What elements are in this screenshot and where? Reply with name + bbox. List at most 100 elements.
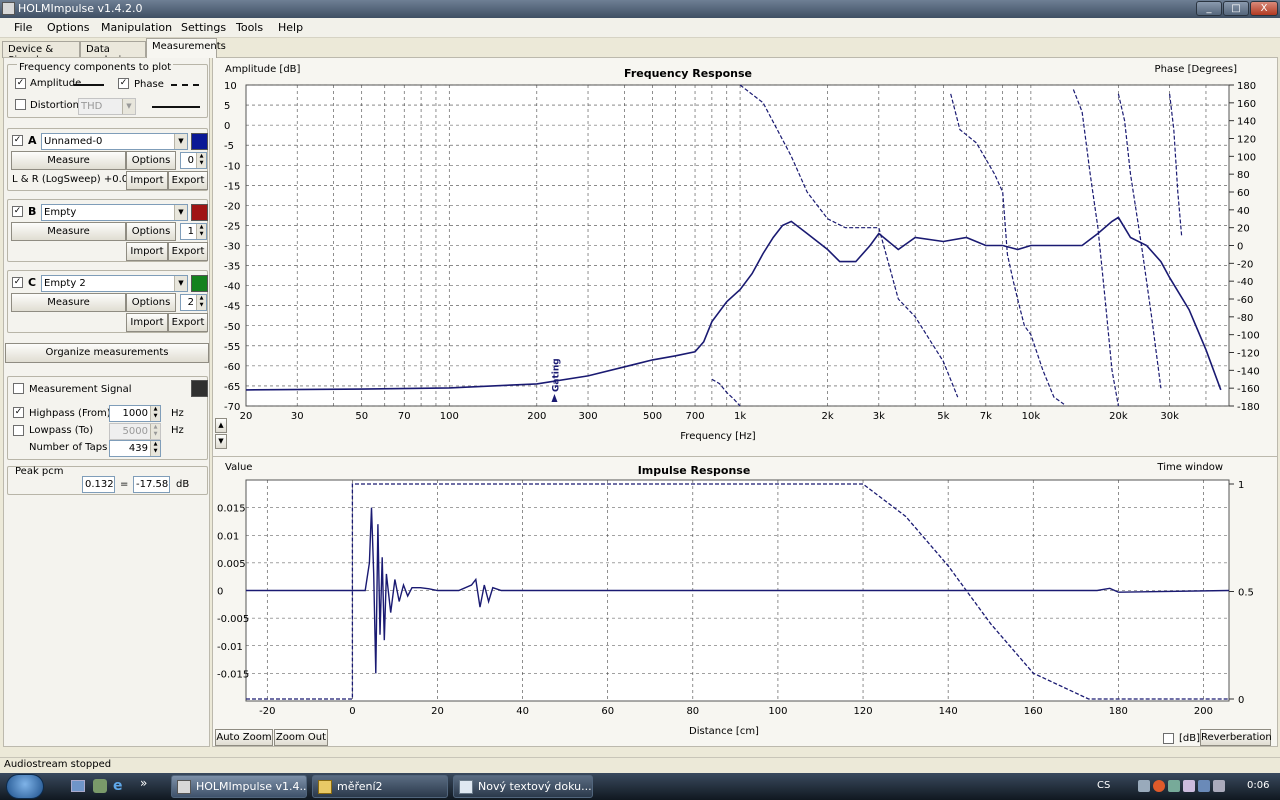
measurement-b-checkbox[interactable]: ✓ xyxy=(12,206,23,217)
export-b-button[interactable]: Export xyxy=(168,242,208,261)
menu-help[interactable]: Help xyxy=(278,21,303,34)
distortion-select[interactable]: THD ▼ xyxy=(78,98,136,115)
measurement-c-select[interactable]: Empty 2 ▼ xyxy=(41,275,188,292)
measurement-c-spin[interactable]: 2 ▲ ▼ xyxy=(180,294,207,311)
freq-xtick-label: 10k xyxy=(1022,411,1041,422)
spin-arrows-icon[interactable]: ▲ ▼ xyxy=(196,224,206,239)
internet-explorer-icon[interactable]: e xyxy=(113,778,123,794)
distortion-checkbox[interactable] xyxy=(15,99,26,110)
tray-icon-2[interactable] xyxy=(1153,780,1165,792)
clock[interactable]: 0:06 xyxy=(1247,780,1269,791)
measurement-a-checkbox[interactable]: ✓ xyxy=(12,135,23,146)
measurement-a-name: Unnamed-0 xyxy=(44,136,103,147)
measurement-a-color-swatch[interactable] xyxy=(191,133,208,150)
freq-y2tick-label: 160 xyxy=(1237,99,1256,110)
quicklaunch-app-icon[interactable] xyxy=(93,779,107,793)
zoom-out-button[interactable]: Zoom Out xyxy=(274,729,328,746)
amplitude-checkbox[interactable]: ✓ xyxy=(15,78,26,89)
quicklaunch-chevron[interactable]: » xyxy=(140,776,147,790)
spin-arrows-icon[interactable]: ▲ ▼ xyxy=(150,424,160,439)
notepad-icon xyxy=(459,780,473,794)
menu-options[interactable]: Options xyxy=(47,21,89,34)
spin-arrows-icon[interactable]: ▲ ▼ xyxy=(196,295,206,310)
spin-arrows-icon[interactable]: ▲ ▼ xyxy=(196,153,206,168)
scroll-up-button[interactable]: ▲ xyxy=(215,418,227,433)
tray-icon-1[interactable] xyxy=(1138,780,1150,792)
highpass-value: 1000 xyxy=(122,408,148,419)
tab-measurements[interactable]: Measurements xyxy=(146,38,226,58)
menu-settings[interactable]: Settings xyxy=(181,21,226,34)
measurement-b-spin[interactable]: 1 ▲ ▼ xyxy=(180,223,207,240)
measurement-c-color-swatch[interactable] xyxy=(191,275,208,292)
freq-y2tick-label: 40 xyxy=(1237,206,1250,217)
measure-b-button[interactable]: Measure xyxy=(11,222,126,241)
task-folder[interactable]: měření2 xyxy=(312,775,448,798)
options-a-button[interactable]: Options xyxy=(126,151,176,170)
lowpass-input[interactable]: 5000 ▲ ▼ xyxy=(109,423,161,440)
measurement-a-select[interactable]: Unnamed-0 ▼ xyxy=(41,133,188,150)
freq-ytick-label: -70 xyxy=(224,402,240,413)
frequency-response-chart[interactable]: Amplitude [dB] Phase [Degrees] Frequency… xyxy=(213,58,1279,453)
imp-xtick-label: 0 xyxy=(349,706,355,717)
spin-arrows-icon[interactable]: ▲ ▼ xyxy=(150,441,160,456)
measurement-signal-color-swatch[interactable] xyxy=(191,380,208,397)
auto-zoom-button[interactable]: Auto Zoom xyxy=(215,729,273,746)
tray-icon-3[interactable] xyxy=(1168,780,1180,792)
measurement-b-group: ✓ B Empty ▼ Measure Options 1 ▲ ▼ Import … xyxy=(7,199,208,262)
minimize-button[interactable]: _ xyxy=(1196,1,1222,16)
measurement-b-name: Empty xyxy=(44,207,77,218)
freq-xtick-label: 5k xyxy=(937,411,949,422)
lowpass-checkbox[interactable] xyxy=(13,425,24,436)
measurement-a-spin[interactable]: 0 ▲ ▼ xyxy=(180,152,207,169)
tab-data-analysis[interactable]: Data analysis xyxy=(80,41,146,66)
impulse-response-chart[interactable]: Value Time window Impulse Response Dista… xyxy=(213,458,1279,743)
measurement-b-color-swatch[interactable] xyxy=(191,204,208,221)
phase-checkbox[interactable]: ✓ xyxy=(118,78,129,89)
reverberation-button[interactable]: Reverberation xyxy=(1200,729,1272,746)
measurement-c-checkbox[interactable]: ✓ xyxy=(12,277,23,288)
app-icon xyxy=(2,2,15,15)
imp-xtick-label: 160 xyxy=(1024,706,1043,717)
measure-a-button[interactable]: Measure xyxy=(11,151,126,170)
export-c-button[interactable]: Export xyxy=(168,313,208,332)
highpass-checkbox[interactable]: ✓ xyxy=(13,407,24,418)
signal-group: Measurement Signal ✓ Highpass (From) 100… xyxy=(7,376,208,460)
spin-arrows-icon[interactable]: ▲ ▼ xyxy=(150,406,160,421)
taps-input[interactable]: 439 ▲ ▼ xyxy=(109,440,161,457)
highpass-input[interactable]: 1000 ▲ ▼ xyxy=(109,405,161,422)
show-desktop-icon[interactable] xyxy=(71,780,85,792)
import-b-button[interactable]: Import xyxy=(126,242,168,261)
imp-xtick-label: -20 xyxy=(259,706,275,717)
task-holmimpulse[interactable]: HOLMImpulse v1.4.... xyxy=(171,775,307,798)
network-icon[interactable] xyxy=(1198,780,1210,792)
import-c-button[interactable]: Import xyxy=(126,313,168,332)
options-b-button[interactable]: Options xyxy=(126,222,176,241)
menu-tools[interactable]: Tools xyxy=(236,21,263,34)
chevron-down-icon: ▼ xyxy=(174,205,187,220)
menu-manipulation[interactable]: Manipulation xyxy=(101,21,172,34)
volume-icon[interactable] xyxy=(1213,780,1225,792)
tab-device-signal[interactable]: Device & Signal xyxy=(2,41,80,66)
db-checkbox[interactable] xyxy=(1163,733,1174,744)
freq-xtick-label: 2k xyxy=(822,411,834,422)
measurement-signal-checkbox[interactable] xyxy=(13,383,24,394)
import-a-button[interactable]: Import xyxy=(126,171,168,190)
freq-ytick-label: -20 xyxy=(224,201,240,212)
menu-file[interactable]: File xyxy=(14,21,32,34)
organize-measurements-button[interactable]: Organize measurements xyxy=(5,343,209,363)
language-indicator[interactable]: CS xyxy=(1097,780,1110,791)
measurement-c-name: Empty 2 xyxy=(44,278,86,289)
options-c-button[interactable]: Options xyxy=(126,293,176,312)
export-a-button[interactable]: Export xyxy=(168,171,208,190)
freq-y2tick-label: 20 xyxy=(1237,224,1250,235)
measurement-b-select[interactable]: Empty ▼ xyxy=(41,204,188,221)
close-button[interactable]: X xyxy=(1250,1,1278,16)
task-notepad[interactable]: Nový textový doku... xyxy=(453,775,593,798)
measure-c-button[interactable]: Measure xyxy=(11,293,126,312)
start-button[interactable] xyxy=(6,774,44,799)
maximize-button[interactable]: □ xyxy=(1223,1,1249,16)
taps-value: 439 xyxy=(128,443,148,454)
tray-icon-4[interactable] xyxy=(1183,780,1195,792)
freq-y2tick-label: 60 xyxy=(1237,188,1250,199)
scroll-down-button[interactable]: ▼ xyxy=(215,434,227,449)
